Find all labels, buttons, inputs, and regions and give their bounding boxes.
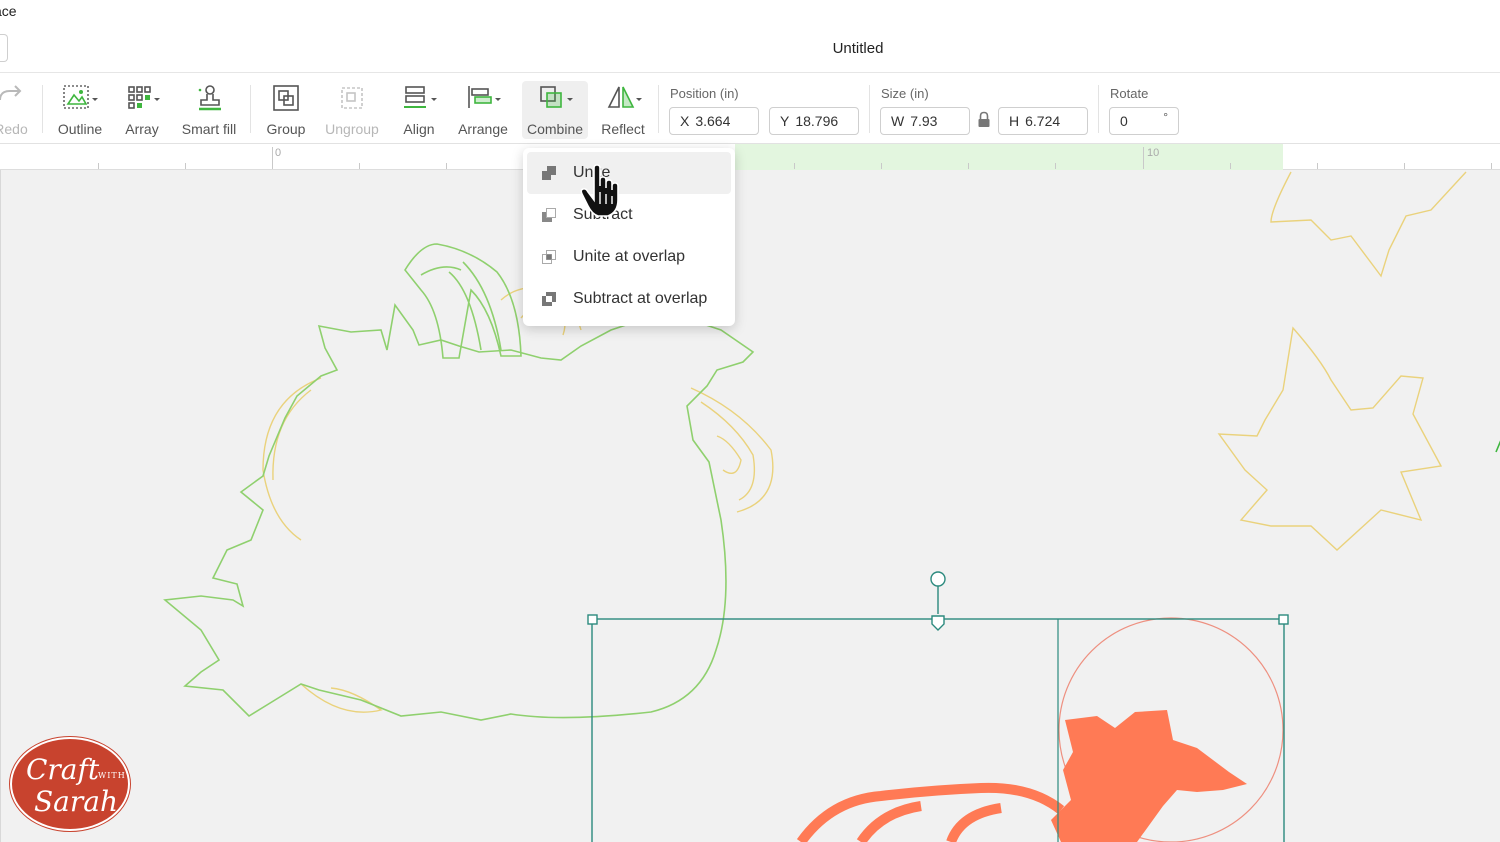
reflect-button[interactable]: Reflect bbox=[598, 81, 648, 139]
toolbar-divider bbox=[869, 85, 870, 133]
subtract-at-overlap-icon bbox=[541, 291, 557, 307]
horizontal-ruler: 0 10 bbox=[0, 144, 1500, 170]
reflect-icon bbox=[603, 81, 643, 115]
position-x-field[interactable]: X 3.664 bbox=[669, 107, 759, 135]
offscreen-shape-edge bbox=[1495, 440, 1500, 453]
position-label: Position (in) bbox=[670, 86, 739, 101]
ungroup-icon bbox=[337, 81, 367, 115]
ruler-label: 0 bbox=[275, 147, 282, 159]
leaf-outlines[interactable] bbox=[1217, 171, 1467, 551]
size-height-field[interactable]: H 6.724 bbox=[998, 107, 1088, 135]
outline-icon bbox=[60, 81, 100, 115]
ruler-tick bbox=[1230, 163, 1231, 169]
ruler-tick bbox=[98, 163, 99, 169]
group-icon bbox=[271, 81, 301, 115]
selection-bounding-box[interactable] bbox=[587, 571, 1289, 842]
top-left-handle[interactable] bbox=[587, 614, 598, 625]
outline-button[interactable]: Outline bbox=[54, 81, 106, 139]
top-center-handle[interactable] bbox=[931, 615, 945, 631]
top-right-handle[interactable] bbox=[1278, 614, 1289, 625]
toolbar-divider bbox=[42, 85, 43, 133]
ruler-tick bbox=[1317, 163, 1318, 169]
ruler-tick bbox=[272, 147, 273, 169]
redo-icon bbox=[0, 81, 26, 115]
subtract-icon bbox=[541, 207, 557, 223]
unite-at-overlap-icon bbox=[541, 249, 557, 265]
arrange-icon bbox=[463, 81, 503, 115]
menu-item-unite-at-overlap[interactable]: Unite at overlap bbox=[527, 236, 731, 278]
size-label: Size (in) bbox=[881, 86, 929, 101]
orange-leaf-shape[interactable] bbox=[1051, 710, 1247, 842]
ruler-tick bbox=[185, 163, 186, 169]
rotate-field[interactable]: 0 ° bbox=[1109, 107, 1179, 135]
craft-with-sarah-logo: Craft WITH Sarah bbox=[10, 737, 130, 831]
edit-toolbar: Redo Outline Array Smart fill Group Ungr… bbox=[0, 72, 1500, 144]
size-width-field[interactable]: W 7.93 bbox=[880, 107, 970, 135]
array-icon bbox=[122, 81, 162, 115]
ruler-tick bbox=[1491, 163, 1492, 169]
combine-dropdown: Unite Subtract Unite at overlap Subtract… bbox=[523, 148, 735, 326]
ruler-tick bbox=[794, 163, 795, 169]
menu-item-subtract-at-overlap[interactable]: Subtract at overlap bbox=[527, 278, 731, 320]
align-icon bbox=[399, 81, 439, 115]
toolbar-divider bbox=[1098, 85, 1099, 133]
unite-icon bbox=[541, 165, 557, 181]
design-canvas[interactable] bbox=[0, 170, 1500, 842]
combine-button[interactable]: Combine bbox=[522, 81, 588, 139]
canvas-artwork bbox=[163, 171, 1500, 842]
position-y-field[interactable]: Y 18.796 bbox=[769, 107, 859, 135]
orange-pumpkin-top[interactable] bbox=[796, 782, 1065, 842]
redo-button[interactable]: Redo bbox=[0, 81, 36, 139]
array-button[interactable]: Array bbox=[118, 81, 166, 139]
lock-aspect-icon[interactable] bbox=[977, 111, 991, 134]
ruler-selection-highlight bbox=[735, 144, 1283, 170]
ruler-tick bbox=[881, 163, 882, 169]
arrange-button[interactable]: Arrange bbox=[456, 81, 510, 139]
menu-item-unite[interactable]: Unite bbox=[527, 152, 731, 194]
ruler-tick bbox=[1055, 163, 1056, 169]
ruler-tick bbox=[1143, 147, 1144, 169]
align-button[interactable]: Align bbox=[398, 81, 440, 139]
toolbar-divider bbox=[658, 85, 659, 133]
pumpkin-outline[interactable] bbox=[163, 302, 755, 721]
workspace-label: ace bbox=[0, 3, 17, 19]
document-title: Untitled bbox=[832, 40, 884, 57]
rotate-handle[interactable] bbox=[930, 571, 946, 587]
group-button[interactable]: Group bbox=[262, 81, 310, 139]
smart-fill-icon bbox=[194, 81, 224, 115]
ruler-tick bbox=[968, 163, 969, 169]
smart-fill-button[interactable]: Smart fill bbox=[180, 81, 238, 139]
ruler-tick bbox=[359, 163, 360, 169]
ruler-tick bbox=[1404, 163, 1405, 169]
toolbar-divider bbox=[250, 85, 251, 133]
ruler-label: 10 bbox=[1147, 147, 1160, 159]
ungroup-button[interactable]: Ungroup bbox=[322, 81, 382, 139]
ruler-tick bbox=[446, 163, 447, 169]
menu-item-subtract[interactable]: Subtract bbox=[527, 194, 731, 236]
title-bar: ace Untitled bbox=[0, 0, 1500, 72]
hand-pointer-cursor-icon bbox=[580, 164, 619, 217]
rotate-label: Rotate bbox=[1110, 86, 1149, 101]
pumpkin-stem-outline[interactable] bbox=[404, 243, 522, 359]
combine-icon bbox=[535, 81, 575, 115]
